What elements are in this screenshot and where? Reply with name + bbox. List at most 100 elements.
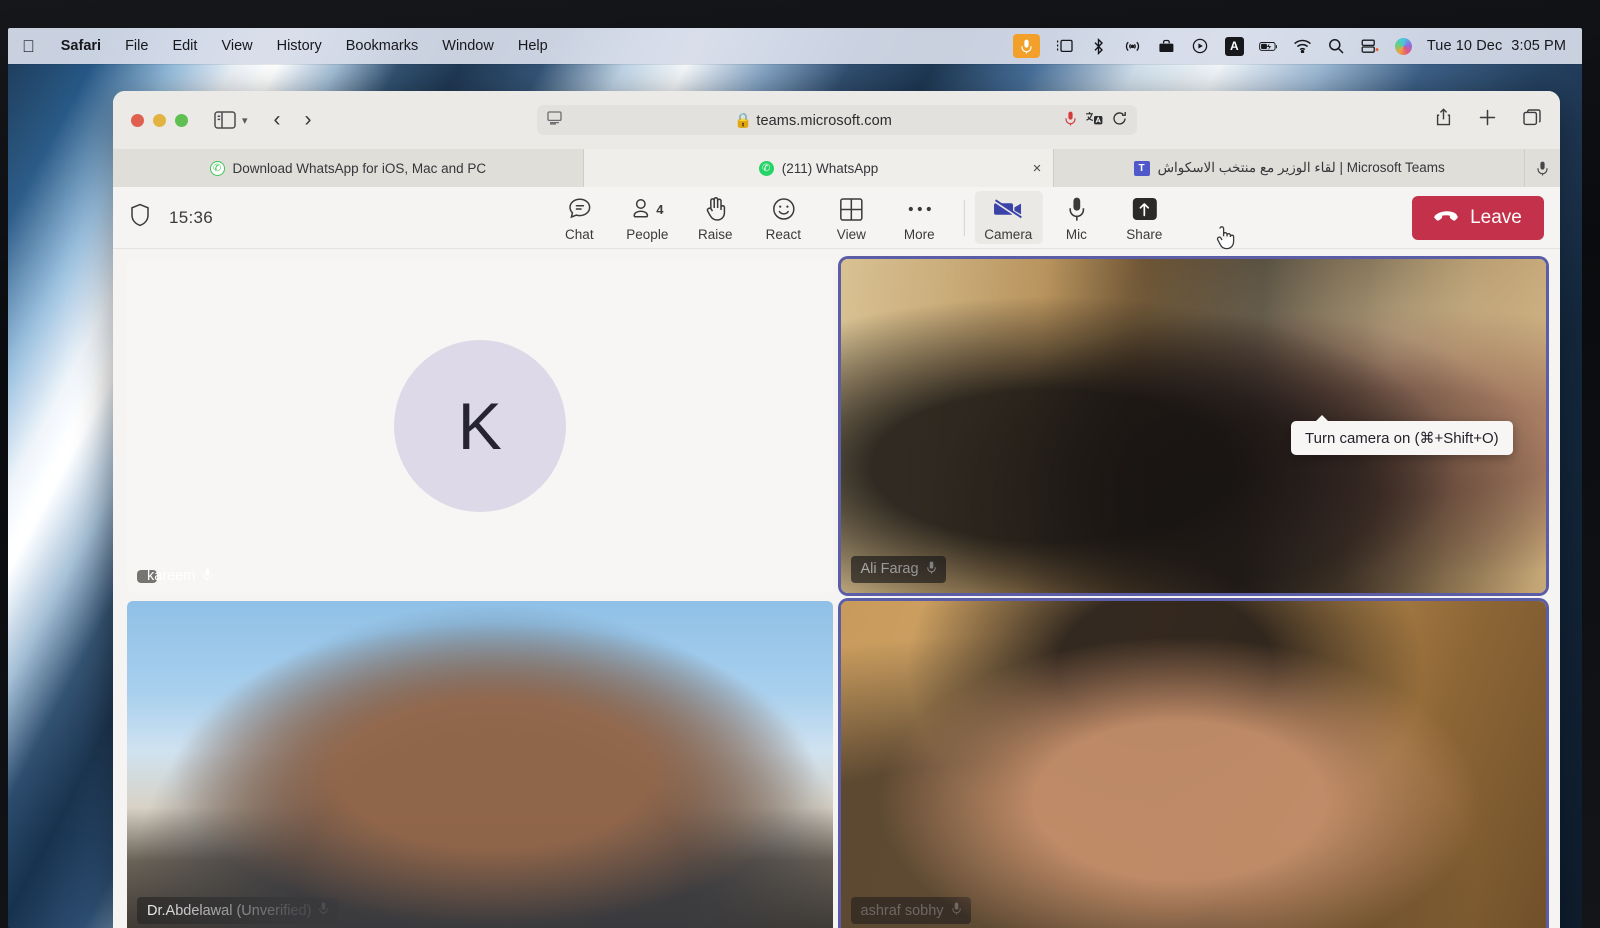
safari-toolbar: ▾ ‹ › 🔒 teams.microsoft.com [113, 91, 1560, 149]
browser-tab-whatsapp-download[interactable]: ✆ Download WhatsApp for iOS, Mac and PC [113, 149, 584, 187]
meeting-controls: Chat 4 People Raise React View More Came… [545, 191, 1178, 244]
participant-grid: K kareem Ali Farag Dr.Abdelawal (Unverif… [127, 259, 1546, 928]
chevron-down-icon[interactable]: ▾ [242, 114, 248, 127]
raise-hand-icon [703, 195, 727, 223]
safari-toolbar-right [1435, 108, 1542, 132]
navigation-buttons: ‹ › [274, 108, 312, 132]
mic-label: Mic [1065, 227, 1087, 242]
address-bar[interactable]: 🔒 teams.microsoft.com [536, 105, 1137, 135]
camera-toggle-button[interactable]: Camera [974, 191, 1043, 244]
menu-item-safari[interactable]: Safari [61, 38, 101, 54]
zoom-window-button[interactable] [175, 113, 188, 127]
participant-tile-kareem[interactable]: K kareem [127, 259, 833, 593]
participant-name-badge: ashraf sobhy [850, 897, 971, 924]
lock-icon: 🔒 [734, 112, 753, 129]
wifi-icon[interactable] [1293, 37, 1312, 56]
reload-icon[interactable] [1112, 111, 1127, 130]
view-label: View [836, 227, 866, 242]
screen-mirroring-icon[interactable] [1055, 37, 1074, 56]
tab-overview-icon[interactable] [1523, 109, 1542, 131]
menu-item-help[interactable]: Help [518, 38, 548, 54]
raise-label: Raise [698, 227, 733, 242]
share-screen-button[interactable]: Share [1110, 191, 1178, 244]
participant-name-badge: Dr.Abdelawal (Unverified) [137, 897, 339, 924]
shield-icon [129, 203, 151, 232]
browser-tab-microsoft-teams[interactable]: لقاء الوزير مع منتخب الاسكواش | Microsof… [1054, 149, 1526, 187]
tab-title: (211) WhatsApp [781, 160, 879, 176]
share-label: Share [1126, 227, 1163, 242]
whatsapp-outline-icon: ✆ [209, 160, 225, 176]
forward-button[interactable]: › [305, 108, 312, 132]
menu-item-window[interactable]: Window [442, 38, 494, 54]
more-button[interactable]: More [885, 191, 953, 244]
microphone-icon [1067, 195, 1085, 223]
camera-tooltip: Turn camera on (⌘+Shift+O) [1291, 415, 1513, 455]
more-ellipsis-icon [906, 195, 932, 223]
battery-charging-icon[interactable] [1259, 37, 1278, 56]
participant-name-badge: kareem [137, 568, 213, 584]
menu-item-bookmarks[interactable]: Bookmarks [346, 38, 419, 54]
extension-icon[interactable] [1085, 111, 1103, 129]
back-button[interactable]: ‹ [274, 108, 281, 132]
react-label: React [765, 227, 801, 242]
reader-view-icon[interactable] [546, 111, 562, 129]
now-playing-icon[interactable] [1191, 37, 1210, 56]
menu-item-history[interactable]: History [277, 38, 322, 54]
close-window-button[interactable] [131, 113, 144, 127]
toolbar-divider [963, 199, 965, 236]
screen-area:  Safari File Edit View History Bookmark… [8, 28, 1582, 928]
leave-meeting-button[interactable]: Leave [1412, 195, 1544, 240]
meeting-stage: K kareem Ali Farag Dr.Abdelawal (Unverif… [113, 249, 1560, 928]
microphone-icon [203, 568, 213, 585]
sidebar-toggle-icon[interactable] [214, 111, 236, 129]
address-bar-actions [1064, 111, 1127, 130]
participant-tile-dr-abdelawal[interactable]: Dr.Abdelawal (Unverified) [127, 600, 833, 928]
bluetooth-icon[interactable] [1089, 37, 1108, 56]
share-screen-icon [1132, 195, 1157, 223]
minimize-window-button[interactable] [153, 113, 166, 127]
apple-logo-icon[interactable]:  [22, 38, 35, 55]
airdrop-icon[interactable] [1123, 37, 1142, 56]
control-center-icon[interactable] [1361, 37, 1380, 56]
safari-window: ▾ ‹ › 🔒 teams.microsoft.com ✆ Download W… [113, 91, 1560, 928]
tab-bar-microphone-icon[interactable] [1525, 149, 1560, 187]
people-count-badge: 4 [656, 201, 664, 217]
share-icon[interactable] [1435, 108, 1452, 132]
view-button[interactable]: View [817, 191, 885, 244]
raise-hand-button[interactable]: Raise [681, 191, 749, 244]
tab-close-button[interactable]: × [1033, 161, 1042, 176]
input-source-A-icon[interactable]: A [1224, 36, 1244, 56]
participant-name: Ali Farag [860, 561, 919, 577]
microphone-active-icon[interactable] [1012, 34, 1040, 58]
avatar: K [393, 339, 566, 512]
new-tab-icon[interactable] [1479, 109, 1496, 131]
participant-tile-ashraf-sobhy[interactable]: ashraf sobhy [840, 600, 1546, 928]
whatsapp-icon: ✆ [758, 160, 774, 176]
briefcase-icon[interactable] [1157, 37, 1176, 56]
siri-icon[interactable] [1394, 37, 1412, 55]
menu-item-view[interactable]: View [221, 38, 252, 54]
menu-item-edit[interactable]: Edit [172, 38, 197, 54]
more-label: More [903, 227, 935, 242]
chat-button[interactable]: Chat [545, 191, 613, 244]
microphone-in-use-icon[interactable] [1064, 111, 1076, 130]
participant-name: Dr.Abdelawal (Unverified) [147, 902, 312, 919]
react-smiley-icon [770, 195, 796, 223]
menu-item-file[interactable]: File [125, 38, 148, 54]
people-button[interactable]: 4 People [613, 191, 681, 244]
spotlight-search-icon[interactable] [1327, 37, 1346, 56]
macos-menu-bar:  Safari File Edit View History Bookmark… [8, 28, 1582, 64]
leave-label: Leave [1470, 206, 1522, 228]
tab-title: لقاء الوزير مع منتخب الاسكواش | Microsof… [1157, 160, 1445, 175]
url-text: teams.microsoft.com [756, 112, 892, 129]
menu-bar-clock[interactable]: Tue 10 Dec 3:05 PM [1427, 38, 1566, 54]
url-text-container: 🔒 teams.microsoft.com [570, 112, 1057, 129]
participant-name: ashraf sobhy [860, 902, 944, 919]
teams-meeting-app: 15:36 Chat 4 People Raise React View Mor… [113, 187, 1560, 928]
window-controls [131, 113, 188, 127]
microsoft-teams-icon [1133, 160, 1150, 176]
browser-tab-whatsapp[interactable]: ✆ (211) WhatsApp × [583, 149, 1055, 187]
chat-icon [566, 195, 592, 223]
mic-toggle-button[interactable]: Mic [1042, 191, 1110, 244]
react-button[interactable]: React [749, 191, 817, 244]
